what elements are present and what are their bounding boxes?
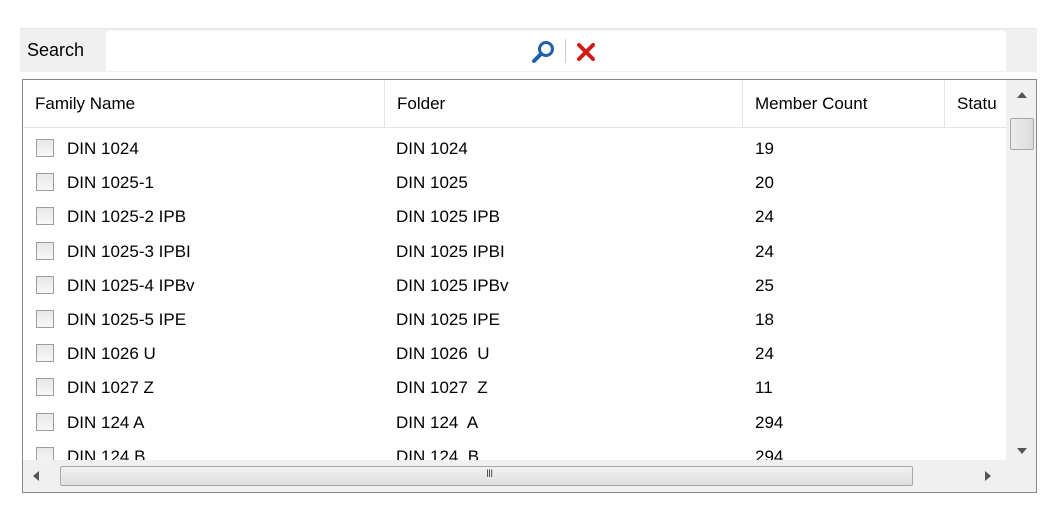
scroll-down-arrow-icon[interactable] [1007,428,1036,460]
family-name-cell: DIN 1025-3 IPBI [67,241,191,261]
family-name-cell: DIN 1027 Z [67,378,154,398]
row-checkbox[interactable] [36,309,54,328]
table-row[interactable]: DIN 1024 DIN 1024 19 [23,132,1006,166]
scroll-grip: III [486,468,493,480]
member-count-cell: 24 [755,241,774,261]
table-header: Family Name Folder Member Count Statu [23,80,1006,128]
scrollbar-corner [1006,460,1036,492]
member-count-cell: 24 [755,344,774,364]
table-row[interactable]: DIN 1027 Z DIN 1027 Z 11 [23,371,1006,405]
folder-cell: DIN 1024 [396,139,468,158]
family-name-cell: DIN 1024 [67,139,139,158]
member-count-cell: 24 [755,207,774,227]
row-checkbox[interactable] [36,139,54,157]
horizontal-scroll-thumb[interactable]: III [60,466,913,486]
folder-cell: DIN 124 A [396,412,479,432]
member-count-cell: 25 [755,275,774,295]
vertical-scrollbar[interactable] [1006,80,1036,460]
family-name-cell: DIN 1025-4 IPBv [67,275,195,295]
magnifier-icon [532,41,554,63]
family-name-cell: DIN 1025-5 IPE [67,309,187,329]
folder-cell: DIN 1025 IPBv [396,275,509,295]
family-name-cell: DIN 124 A [67,412,145,432]
folder-cell: DIN 1027 Z [396,378,488,398]
horizontal-scrollbar[interactable]: III [23,460,1006,492]
table-row[interactable]: DIN 1026 U DIN 1026 U 24 [23,337,1006,371]
red-x-icon [577,43,595,61]
scroll-right-arrow-icon[interactable] [973,460,1003,492]
scroll-up-arrow-icon[interactable] [1007,80,1036,112]
folder-cell: DIN 1025 IPBI [396,241,505,261]
column-header-folder[interactable]: Folder [385,80,743,127]
family-name-cell: DIN 1025-2 IPB [67,207,187,227]
clear-search-button[interactable] [573,39,599,65]
toolbar-separator [565,39,566,63]
family-table: Family Name Folder Member Count Statu DI… [22,79,1037,493]
table-row[interactable]: DIN 1025-2 IPB DIN 1025 IPB 24 [23,200,1006,234]
vertical-scroll-thumb[interactable] [1010,118,1034,150]
row-checkbox[interactable] [36,207,54,226]
table-body: DIN 1024 DIN 1024 19 DIN 1025-1 DIN 1025… [23,132,1006,474]
column-header-family-name[interactable]: Family Name [23,80,385,127]
search-label: Search [27,40,85,60]
member-count-cell: 294 [755,412,784,432]
member-count-cell: 18 [755,309,774,329]
table-row[interactable]: DIN 1025-5 IPE DIN 1025 IPE 18 [23,303,1006,337]
family-name-cell: DIN 1025-1 [67,173,154,193]
member-count-cell: 20 [755,173,774,193]
table-row[interactable]: DIN 1025-4 IPBv DIN 1025 IPBv 25 [23,269,1006,303]
table-row[interactable]: DIN 1025-1 DIN 1025 20 [23,166,1006,200]
folder-cell: DIN 1025 [396,173,468,193]
table-row[interactable]: DIN 124 A DIN 124 A 294 [23,406,1006,440]
scroll-left-arrow-icon[interactable] [23,460,53,492]
column-header-status[interactable]: Statu [945,80,1006,127]
row-checkbox[interactable] [36,241,54,260]
row-checkbox[interactable] [36,275,54,294]
column-header-member-count[interactable]: Member Count [743,80,945,127]
family-name-cell: DIN 1026 U [67,344,156,364]
row-checkbox[interactable] [36,378,54,397]
table-row[interactable]: DIN 1025-3 IPBI DIN 1025 IPBI 24 [23,235,1006,269]
search-toolbar: Search [20,28,1037,72]
row-checkbox[interactable] [36,173,54,192]
folder-cell: DIN 1025 IPB [396,207,500,227]
member-count-cell: 11 [755,378,773,398]
search-button[interactable] [531,39,557,65]
folder-cell: DIN 1025 IPE [396,309,500,329]
row-checkbox[interactable] [36,344,54,363]
member-count-cell: 19 [755,139,774,158]
folder-cell: DIN 1026 U [396,344,490,364]
row-checkbox[interactable] [36,412,54,431]
